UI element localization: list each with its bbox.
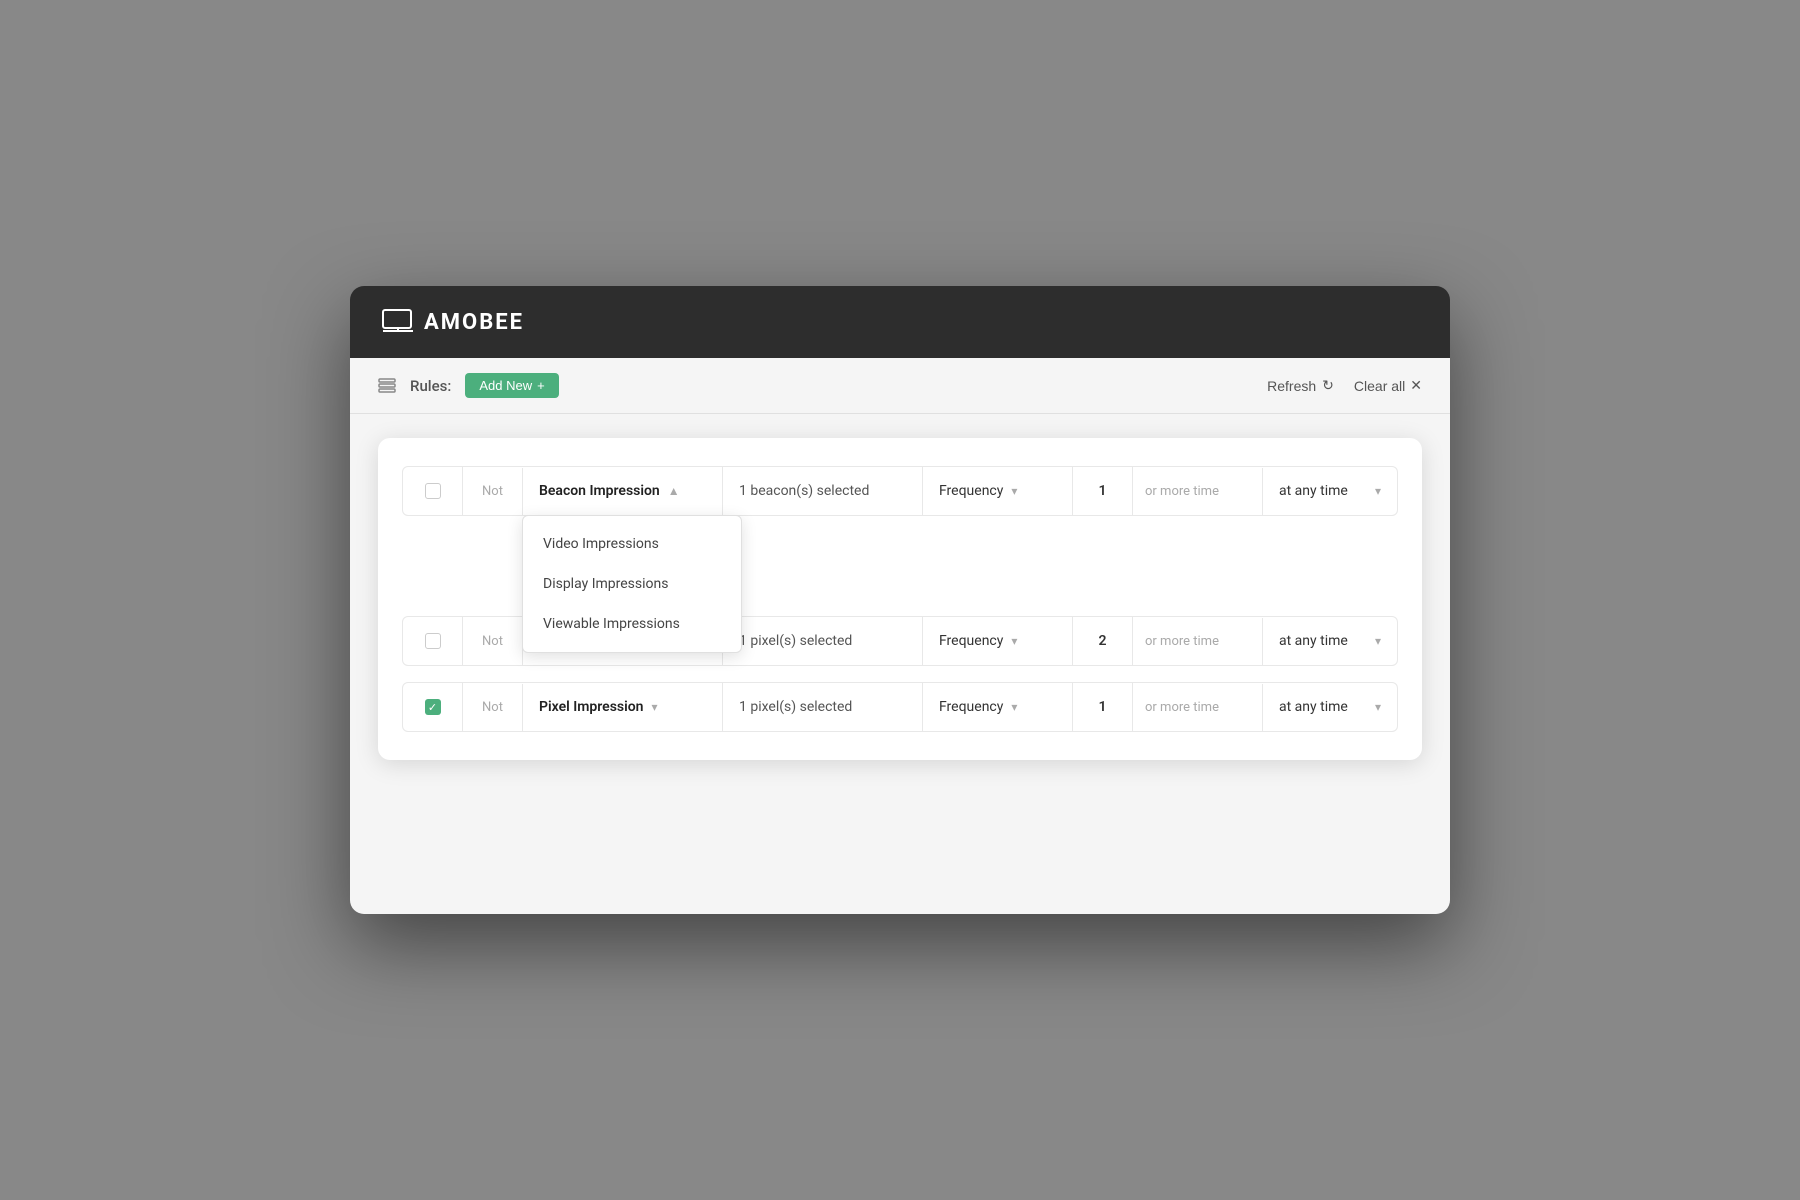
rule-2-anytime-chevron-icon: ▾ [1375,634,1381,648]
rule-3-checkbox-cell[interactable] [403,683,463,731]
rule-2-freq-chevron-icon: ▾ [1011,634,1017,648]
rule-3-frequency-text: Frequency [939,699,1003,715]
rule-1-freq-chevron-icon: ▾ [1011,484,1017,498]
rule-1-frequency[interactable]: Frequency ▾ [923,467,1073,515]
dropdown-video-impressions[interactable]: Video Impressions [523,524,741,564]
rule-2-checkbox-cell[interactable] [403,617,463,665]
rule-3-freq-chevron-icon: ▾ [1011,700,1017,714]
rule-2-frequency[interactable]: Frequency ▾ [923,617,1073,665]
add-new-icon: + [537,378,545,393]
rule-1-not-label: Not [463,468,523,515]
rule-3-anytime[interactable]: at any time ▾ [1263,683,1397,731]
rule-3-type-dropdown[interactable]: Pixel Impression ▾ [523,683,723,731]
rule-1-more-label: or more time [1133,468,1263,515]
rule-2-selection[interactable]: 1 pixel(s) selected [723,617,923,665]
rules-label: Rules: [410,377,451,395]
clear-all-label: Clear all [1354,378,1405,394]
rule-3-count: 1 [1073,683,1133,731]
rule-3-anytime-chevron-icon: ▾ [1375,700,1381,714]
rule-3-selection[interactable]: 1 pixel(s) selected [723,683,923,731]
logo-text: AMOBEE [424,310,524,335]
rule-2-anytime-text: at any time [1279,633,1348,649]
rules-icon [378,378,396,394]
add-new-button[interactable]: Add New + [465,373,558,398]
rule-3-chevron-icon: ▾ [652,700,658,714]
rule-1-count: 1 [1073,467,1133,515]
rule-2-count: 2 [1073,617,1133,665]
rules-toolbar: Rules: Add New + Refresh ↻ Clear all ✕ [350,358,1450,414]
rule-1-dropdown-menu: Video Impressions Display Impressions Vi… [522,515,742,653]
rule-2-frequency-text: Frequency [939,633,1003,649]
clear-all-icon: ✕ [1410,377,1422,394]
rules-card: Not Beacon Impression ▲ Video Impression… [378,438,1422,760]
add-new-label: Add New [479,378,532,393]
refresh-button[interactable]: Refresh ↻ [1267,377,1334,394]
rule-3-type-text: Pixel Impression [539,699,644,715]
rule-1-selection[interactable]: 1 beacon(s) selected [723,467,923,515]
rule-3-not-label: Not [463,684,523,731]
rule-2-anytime[interactable]: at any time ▾ [1263,617,1397,665]
rule-1-anytime[interactable]: at any time ▾ [1263,467,1397,515]
rule-1-anytime-text: at any time [1279,483,1348,499]
clear-all-button[interactable]: Clear all ✕ [1354,377,1422,394]
rule-2-more-label: or more time [1133,618,1263,665]
rule-1-checkbox-cell[interactable] [403,467,463,515]
logo-icon [382,308,414,336]
rule-row: Not Beacon Impression ▲ Video Impression… [402,466,1398,516]
main-content: Not Beacon Impression ▲ Video Impression… [350,414,1450,914]
rule-1-checkbox[interactable] [425,483,441,499]
rule-3-more-label: or more time [1133,684,1263,731]
rule-1-chevron-up-icon: ▲ [668,484,680,498]
rule-1-anytime-chevron-icon: ▾ [1375,484,1381,498]
refresh-icon: ↻ [1322,377,1334,394]
rule-1-type-dropdown[interactable]: Beacon Impression ▲ Video Impressions Di… [523,467,723,515]
rule-3-frequency[interactable]: Frequency ▾ [923,683,1073,731]
rule-1-frequency-text: Frequency [939,483,1003,499]
rule-3-anytime-text: at any time [1279,699,1348,715]
dropdown-viewable-impressions[interactable]: Viewable Impressions [523,604,741,644]
refresh-label: Refresh [1267,378,1316,394]
toolbar-right: Refresh ↻ Clear all ✕ [1267,377,1422,394]
app-logo: AMOBEE [382,308,524,336]
rule-1-type-text: Beacon Impression [539,483,660,499]
dropdown-display-impressions[interactable]: Display Impressions [523,564,741,604]
rule-2-not-label: Not [463,618,523,665]
rule-row: Not Pixel Impression ▾ 1 pixel(s) select… [402,682,1398,732]
rule-2-checkbox[interactable] [425,633,441,649]
app-header: AMOBEE [350,286,1450,358]
rule-3-checkbox[interactable] [425,699,441,715]
